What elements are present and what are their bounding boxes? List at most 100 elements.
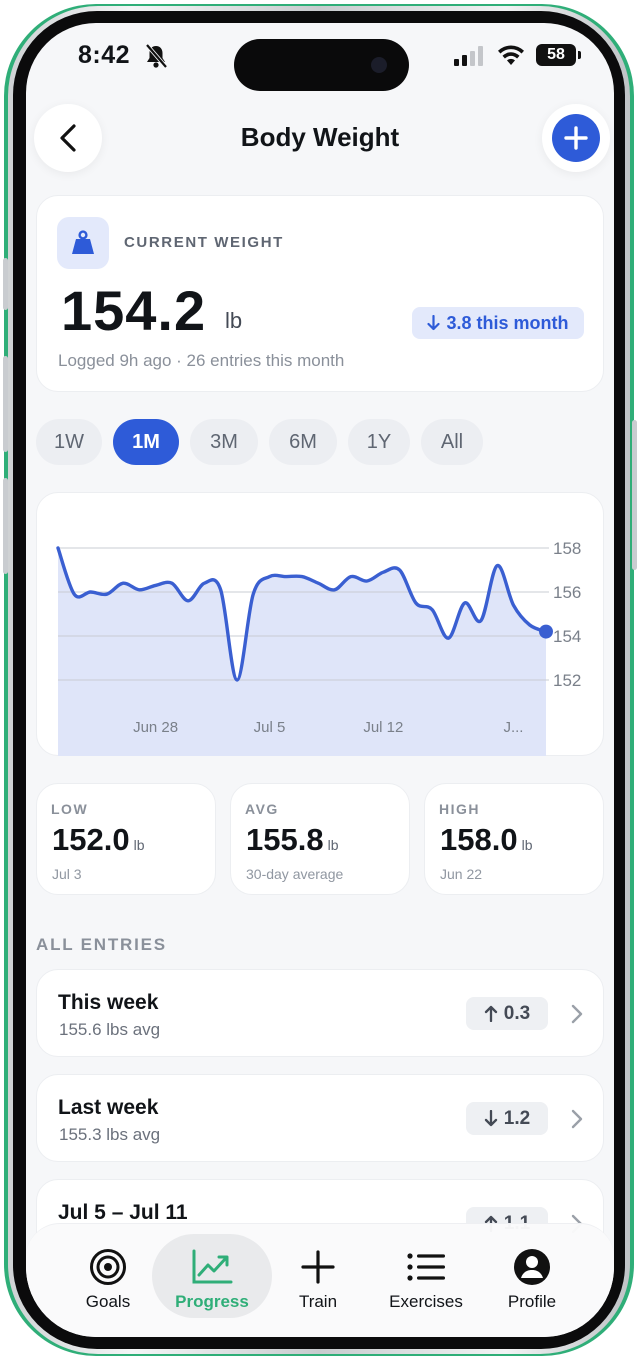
stat-avg-sub: 30-day average	[246, 866, 344, 882]
current-weight-value: 154.2	[61, 279, 207, 342]
bell-muted-icon	[145, 43, 168, 69]
arrow-down-icon	[427, 315, 441, 331]
entries-section-label: ALL ENTRIES	[36, 935, 167, 954]
add-button-fill	[552, 114, 600, 162]
chart-y-tick-label: 152	[553, 671, 581, 690]
entry-title: Last week	[58, 1096, 159, 1119]
arrow-up-icon	[484, 1005, 497, 1022]
stat-avg-label: AVG	[245, 801, 279, 817]
chart-y-tick-label: 154	[553, 627, 581, 646]
battery-indicator: 58	[536, 44, 581, 66]
chart-last-point	[539, 624, 553, 639]
stat-low-number: 152.0	[52, 822, 130, 857]
camera-dot	[371, 57, 387, 73]
dynamic-island	[234, 39, 409, 91]
tab-progress[interactable]: Progress	[162, 1224, 262, 1337]
stat-high-card: HIGH 158.0 lb Jun 22	[424, 783, 604, 895]
range-tab-label: 1Y	[366, 430, 392, 453]
app-screen: 8:42 58 Body Weight CURRENT WEIGHT 154.2…	[26, 23, 614, 1337]
range-tab-label: 3M	[210, 430, 238, 453]
person-icon	[514, 1249, 550, 1285]
plus-icon	[564, 126, 588, 150]
add-entry-button[interactable]	[542, 104, 610, 172]
phone-side-button	[3, 258, 8, 310]
range-tab-1w[interactable]: 1W	[36, 419, 102, 465]
range-tab-label: All	[440, 430, 464, 453]
current-weight-subtitle: Logged 9h ago · 26 entries this month	[58, 351, 345, 370]
stat-low-label: LOW	[51, 801, 89, 817]
chevron-right-icon	[571, 1004, 583, 1024]
entry-subtitle: 155.3 lbs avg	[59, 1125, 161, 1144]
tab-label: Exercises	[389, 1292, 463, 1311]
range-tab-all[interactable]: All	[421, 419, 483, 465]
bottom-tab-bar: Goals Progress Train Exercises Profile	[26, 1223, 614, 1337]
weight-scale-icon	[72, 230, 94, 254]
chart-x-tick-label: J...	[503, 719, 523, 736]
chart-x-tick-label: Jul 12	[363, 719, 403, 736]
phone-side-button	[632, 420, 637, 570]
stat-avg-number: 155.8	[246, 822, 324, 857]
entry-row-last-week[interactable]: Last week 155.3 lbs avg 1.2	[36, 1074, 604, 1162]
tab-label: Profile	[507, 1292, 557, 1311]
range-tab-6m[interactable]: 6M	[269, 419, 337, 465]
tab-label: Goals	[85, 1292, 131, 1311]
tab-train[interactable]: Train	[278, 1224, 358, 1337]
range-tab-3m[interactable]: 3M	[190, 419, 258, 465]
stat-avg-card: AVG 155.8 lb 30-day average	[230, 783, 410, 895]
stat-high-label: HIGH	[439, 801, 480, 817]
current-weight-label: CURRENT WEIGHT	[124, 234, 284, 251]
chart-y-tick-label: 156	[553, 583, 581, 602]
entry-title: Jul 5 – Jul 11	[58, 1201, 188, 1224]
status-time: 8:42	[78, 41, 131, 69]
page-title: Body Weight	[240, 122, 400, 152]
stat-avg-value: 155.8 lb	[246, 822, 338, 858]
entry-delta-badge: 0.3	[466, 997, 548, 1030]
monthly-change-badge: 3.8 this month	[412, 307, 584, 339]
range-tab-1m[interactable]: 1M	[113, 419, 179, 465]
stat-avg-unit: lb	[327, 837, 339, 853]
entry-delta-value: 1.2	[503, 1107, 531, 1129]
stat-low-card: LOW 152.0 lb Jul 3	[36, 783, 216, 895]
target-icon	[90, 1249, 126, 1285]
stat-high-date: Jun 22	[440, 866, 483, 882]
phone-side-button	[3, 478, 8, 574]
tab-exercises[interactable]: Exercises	[376, 1224, 476, 1337]
current-weight-card: CURRENT WEIGHT 154.2 lb 3.8 this month L…	[36, 195, 604, 392]
entry-title: This week	[58, 991, 159, 1014]
tab-goals[interactable]: Goals	[62, 1224, 154, 1337]
range-tab-label: 1W	[54, 430, 84, 453]
arrow-down-icon	[484, 1110, 497, 1127]
entry-subtitle: 155.6 lbs avg	[59, 1020, 161, 1039]
signal-icon	[454, 46, 483, 66]
stat-high-number: 158.0	[440, 822, 518, 857]
phone-side-button	[3, 356, 8, 452]
entry-delta-badge: 1.2	[466, 1102, 548, 1135]
weight-chart[interactable]: 158 156 154 152 Jun 28 Jul 5 Jul 12 J...	[37, 493, 605, 757]
stat-low-value: 152.0 lb	[52, 822, 144, 858]
plus-icon	[301, 1250, 335, 1284]
entry-row-this-week[interactable]: This week 155.6 lbs avg 0.3	[36, 969, 604, 1057]
range-tab-label: 1M	[132, 430, 160, 453]
tab-label: Train	[298, 1292, 338, 1311]
current-weight-unit: lb	[225, 308, 243, 333]
chart-y-tick-label: 158	[553, 539, 581, 558]
wifi-icon	[498, 45, 524, 65]
tab-label: Progress	[175, 1292, 249, 1311]
chart-area-fill	[58, 548, 546, 756]
weight-chart-card: 158 156 154 152 Jun 28 Jul 5 Jul 12 J...	[36, 492, 604, 756]
entry-delta-value: 0.3	[503, 1002, 531, 1024]
scale-icon-tile	[57, 217, 109, 269]
range-tab-1y[interactable]: 1Y	[348, 419, 410, 465]
stat-high-value: 158.0 lb	[440, 822, 532, 858]
monthly-change-text: 3.8 this month	[446, 312, 569, 333]
tab-profile[interactable]: Profile	[492, 1224, 572, 1337]
stat-low-date: Jul 3	[52, 866, 82, 882]
list-icon	[407, 1253, 445, 1281]
chart-x-tick-label: Jul 5	[254, 719, 286, 736]
stat-low-unit: lb	[133, 837, 145, 853]
chart-trend-icon	[192, 1249, 233, 1284]
stat-high-unit: lb	[521, 837, 533, 853]
chevron-right-icon	[571, 1109, 583, 1129]
range-tab-label: 6M	[289, 430, 317, 453]
chart-x-tick-label: Jun 28	[133, 719, 178, 736]
